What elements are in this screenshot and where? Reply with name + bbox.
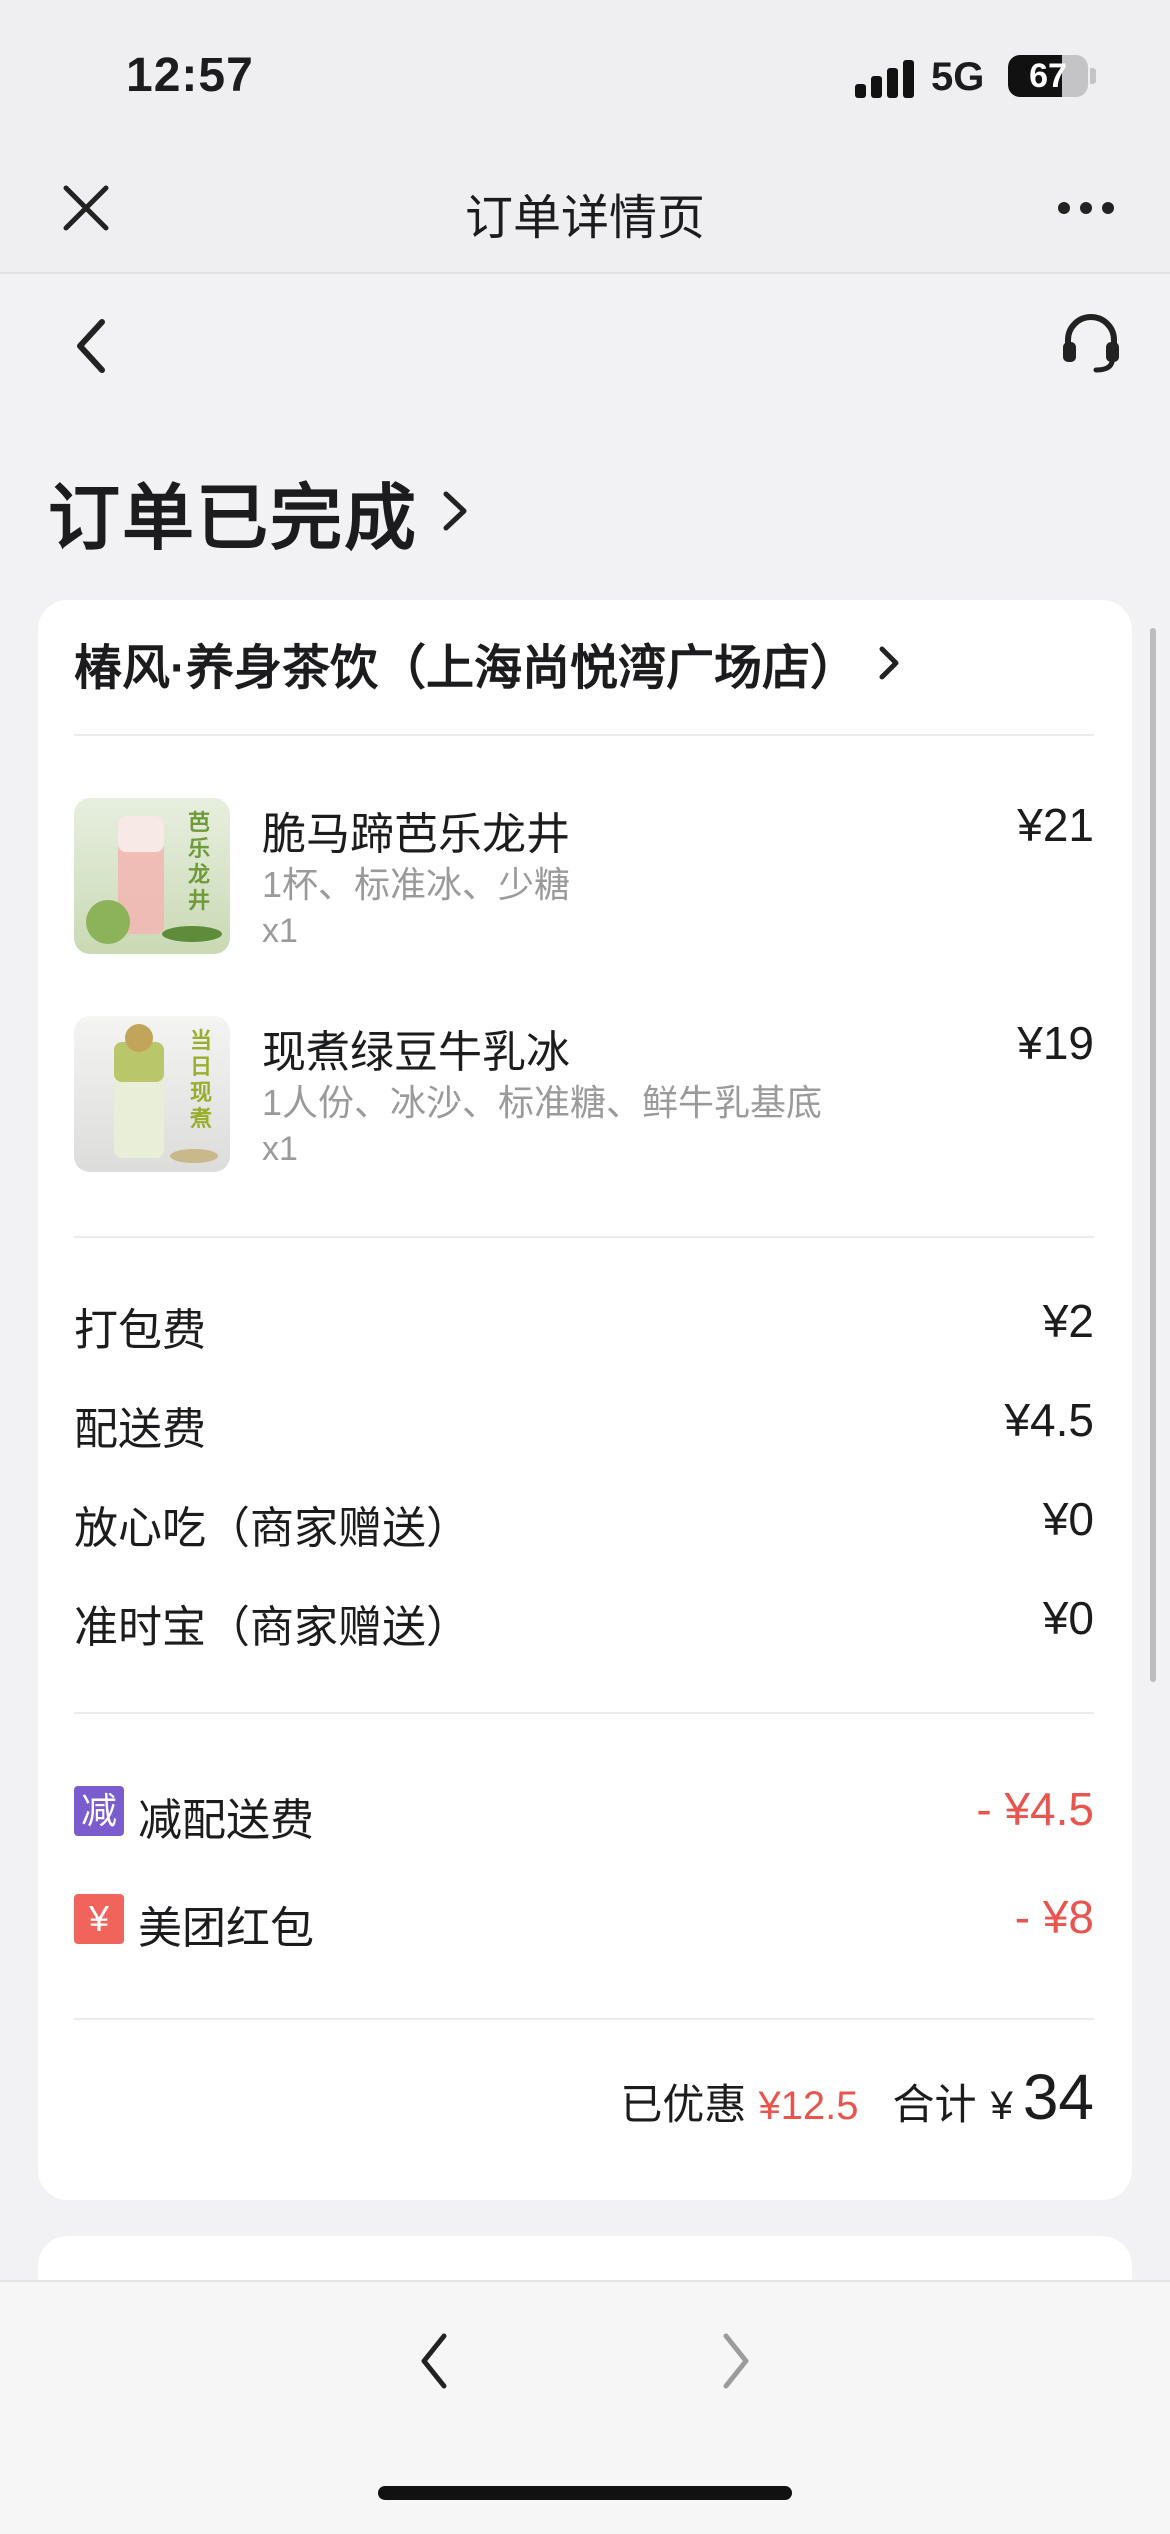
product-image-label: 芭乐龙井: [187, 810, 210, 913]
fee-label: 打包费: [74, 1306, 206, 1355]
order-item[interactable]: 当日现煮 现煮绿豆牛乳冰 1人份、冰沙、标准糖、鲜牛乳基底 x1 ¥19: [74, 1016, 1094, 1176]
browser-back-icon[interactable]: [414, 2328, 454, 2394]
shop-name: 椿风·养身茶饮（上海尚悦湾广场店）: [74, 642, 858, 695]
fee-value: ¥4.5: [1004, 1394, 1094, 1446]
order-card: 椿风·养身茶饮（上海尚悦湾广场店） 芭乐龙井 脆马蹄芭乐龙井 1杯、标准冰、少糖…: [38, 600, 1132, 2200]
total-summary: 已优惠 ¥12.5 合计 ¥ 34: [620, 2060, 1094, 2140]
fee-row-on-time: 准时宝（商家赠送） ¥0: [74, 1591, 1094, 1652]
fee-value: ¥2: [1042, 1295, 1094, 1347]
discount-row-red-packet: ¥ 美团红包 - ¥8: [74, 1888, 1094, 1958]
divider: [74, 1712, 1094, 1714]
signal-icon: [855, 58, 917, 98]
item-name: 脆马蹄芭乐龙井: [262, 810, 570, 859]
order-status-row[interactable]: 订单已完成: [48, 466, 470, 559]
saved-amount: ¥12.5: [758, 2084, 859, 2128]
divider: [74, 2018, 1094, 2020]
nav-bar: 订单详情页: [0, 150, 1170, 274]
browser-forward-icon[interactable]: [716, 2328, 756, 2394]
item-spec: 1杯、标准冰、少糖: [262, 864, 571, 905]
fee-row-delivery: 配送费 ¥4.5: [74, 1393, 1094, 1454]
item-price: ¥19: [1017, 1017, 1094, 1069]
battery-percent: 67: [1029, 57, 1067, 95]
home-indicator: [378, 2486, 792, 2500]
page-title: 订单已完成: [48, 478, 419, 559]
fee-value: ¥0: [1042, 1592, 1094, 1644]
discount-tag: ¥: [74, 1894, 124, 1944]
product-image-label: 当日现煮: [189, 1028, 212, 1131]
network-type: 5G: [931, 55, 985, 99]
total-currency: ¥: [990, 2084, 1013, 2128]
item-spec: 1人份、冰沙、标准糖、鲜牛乳基底: [262, 1082, 823, 1123]
fee-row-food-safety: 放心吃（商家赠送） ¥0: [74, 1492, 1094, 1553]
chevron-right-icon: [876, 643, 902, 683]
fee-label: 配送费: [74, 1405, 206, 1454]
more-icon[interactable]: [1056, 196, 1116, 220]
battery-tip: [1090, 68, 1096, 84]
discount-label: 美团红包: [138, 1904, 314, 1953]
discount-value: - ¥4.5: [976, 1783, 1094, 1835]
nav-title: 订单详情页: [464, 192, 705, 245]
total-amount: 34: [1022, 2061, 1094, 2133]
discount-row-delivery: 减 减配送费 - ¥4.5: [74, 1780, 1094, 1850]
customer-service-icon[interactable]: [1058, 310, 1124, 376]
saved-label: 已优惠: [620, 2081, 747, 2128]
fee-label: 放心吃（商家赠送）: [74, 1504, 470, 1553]
divider: [74, 1236, 1094, 1238]
item-quantity: x1: [262, 912, 298, 950]
discount-tag: 减: [74, 1786, 124, 1836]
chevron-right-icon: [440, 486, 470, 536]
discount-value: - ¥8: [1014, 1891, 1094, 1943]
product-image: 当日现煮: [74, 1016, 230, 1172]
total-label: 合计: [892, 2081, 977, 2128]
scrollbar[interactable]: [1150, 628, 1156, 1682]
status-time: 12:57: [126, 49, 254, 102]
fee-label: 准时宝（商家赠送）: [74, 1603, 470, 1652]
item-name: 现煮绿豆牛乳冰: [262, 1028, 570, 1077]
item-quantity: x1: [262, 1130, 298, 1168]
back-icon[interactable]: [70, 316, 114, 376]
product-image: 芭乐龙井: [74, 798, 230, 954]
discount-label: 减配送费: [138, 1796, 314, 1845]
shop-link[interactable]: 椿风·养身茶饮（上海尚悦湾广场店）: [74, 628, 902, 698]
order-item[interactable]: 芭乐龙井 脆马蹄芭乐龙井 1杯、标准冰、少糖 x1 ¥21: [74, 798, 1094, 958]
fee-row-packing: 打包费 ¥2: [74, 1294, 1094, 1355]
fee-value: ¥0: [1042, 1493, 1094, 1545]
battery-icon: 67: [1008, 55, 1088, 97]
divider: [74, 734, 1094, 736]
status-bar: 12:57 5G 67: [0, 0, 1170, 150]
item-price: ¥21: [1017, 799, 1094, 851]
